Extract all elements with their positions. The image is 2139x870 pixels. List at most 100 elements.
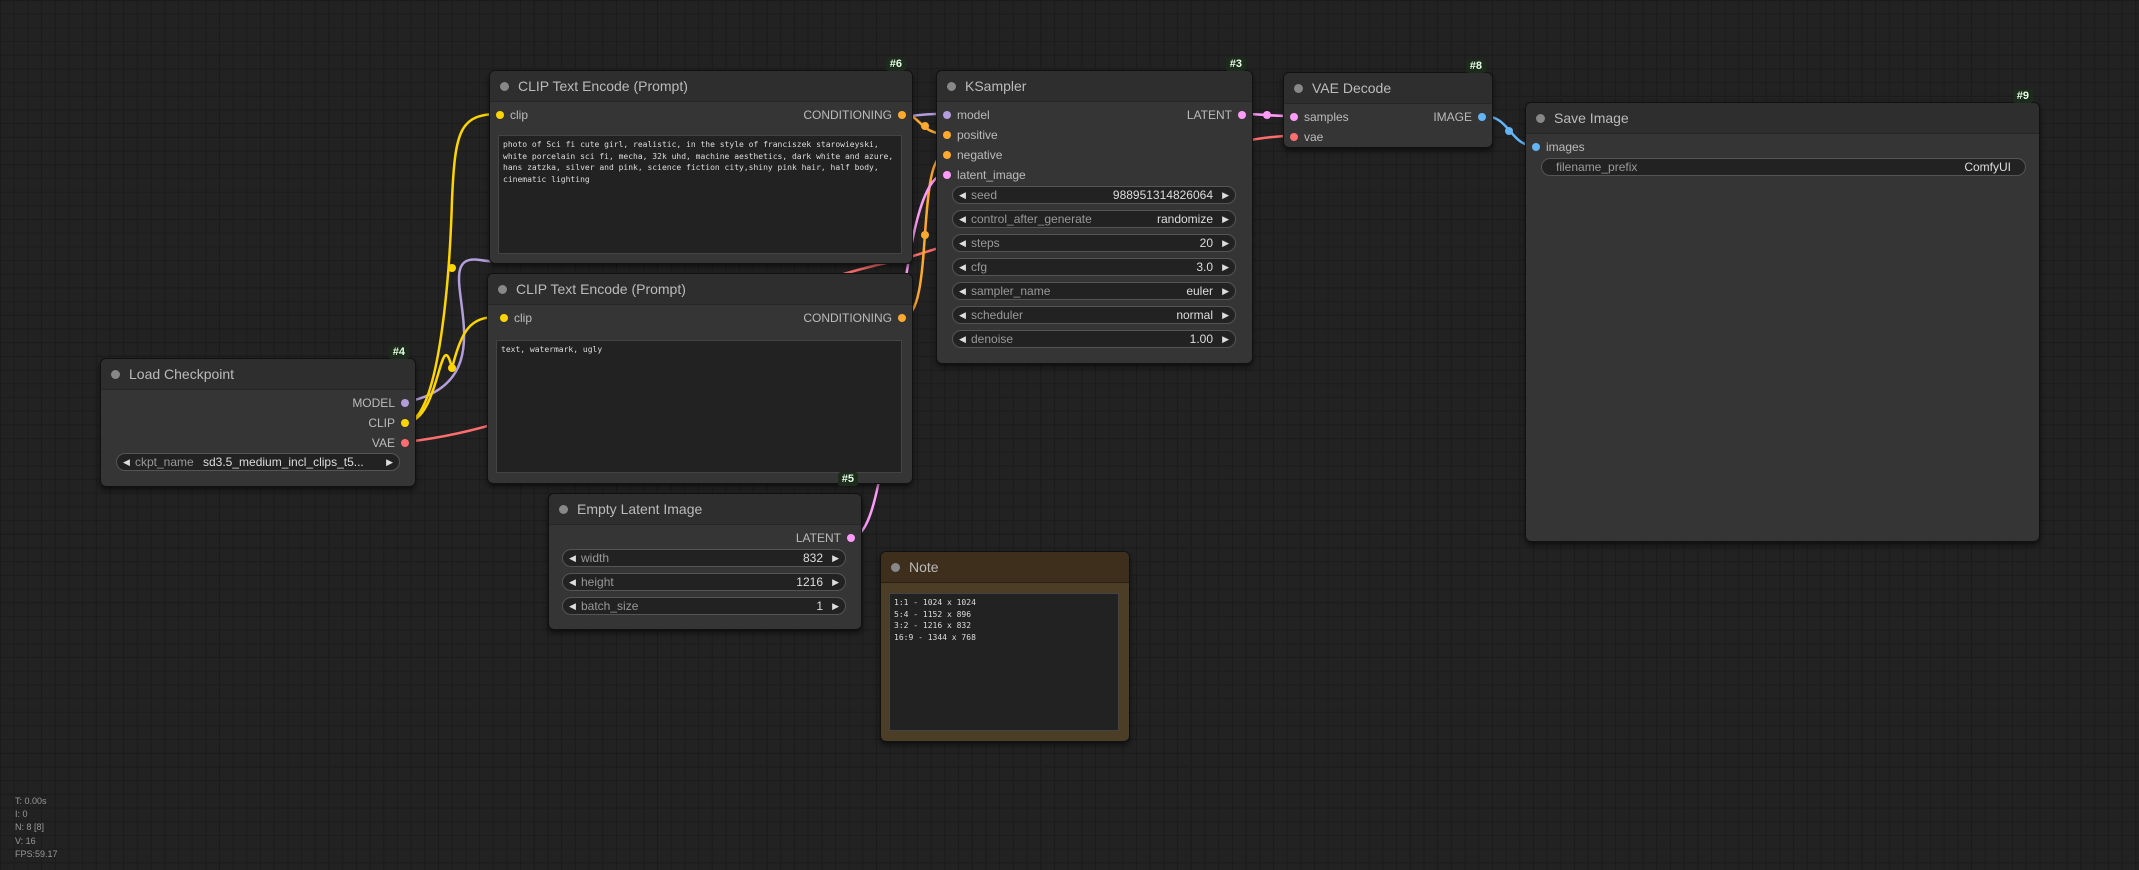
slot-pin[interactable] bbox=[401, 419, 409, 427]
collapse-dot-icon[interactable] bbox=[500, 82, 509, 91]
slot-pin[interactable] bbox=[943, 131, 951, 139]
output-slot-vae[interactable]: VAE bbox=[275, 435, 409, 451]
increment-arrow-icon[interactable]: ▶ bbox=[832, 574, 839, 590]
slot-pin[interactable] bbox=[943, 111, 951, 119]
node-title-bar[interactable]: CLIP Text Encode (Prompt) bbox=[488, 274, 912, 305]
node-title-bar[interactable]: Save Image bbox=[1526, 103, 2039, 134]
increment-arrow-icon[interactable]: ▶ bbox=[1222, 283, 1229, 299]
prompt-text-area[interactable]: text, watermark, ugly bbox=[496, 340, 902, 473]
collapse-dot-icon[interactable] bbox=[559, 505, 568, 514]
input-slot-samples[interactable]: samples bbox=[1290, 109, 1349, 125]
decrement-arrow-icon[interactable]: ◀ bbox=[959, 235, 966, 251]
decrement-arrow-icon[interactable]: ◀ bbox=[959, 331, 966, 347]
slot-pin[interactable] bbox=[1290, 133, 1298, 141]
input-slot-model[interactable]: model bbox=[943, 107, 990, 123]
output-slot-conditioning[interactable]: CONDITIONING bbox=[742, 310, 906, 326]
node-title-bar[interactable]: Empty Latent Image bbox=[549, 494, 861, 525]
slot-pin[interactable] bbox=[401, 399, 409, 407]
stat-fps: FPS:59.17 bbox=[15, 848, 58, 859]
slot-pin[interactable] bbox=[898, 111, 906, 119]
sampler-name-widget[interactable]: ◀ sampler_name euler ▶ bbox=[952, 282, 1236, 300]
decrement-arrow-icon[interactable]: ◀ bbox=[569, 598, 576, 614]
width-number-widget[interactable]: ◀ width 832 ▶ bbox=[562, 549, 846, 567]
increment-arrow-icon[interactable]: ▶ bbox=[1222, 331, 1229, 347]
collapse-dot-icon[interactable] bbox=[947, 82, 956, 91]
slot-pin[interactable] bbox=[500, 314, 508, 322]
clip-text-encode-negative-node[interactable]: CLIP Text Encode (Prompt) clip CONDITION… bbox=[487, 273, 913, 484]
scheduler-widget[interactable]: ◀ scheduler normal ▶ bbox=[952, 306, 1236, 324]
input-slot-vae[interactable]: vae bbox=[1290, 129, 1323, 145]
steps-widget[interactable]: ◀ steps 20 ▶ bbox=[952, 234, 1236, 252]
decrement-arrow-icon[interactable]: ◀ bbox=[959, 187, 966, 203]
collapse-dot-icon[interactable] bbox=[891, 563, 900, 572]
slot-label: LATENT bbox=[1186, 108, 1232, 122]
decrement-arrow-icon[interactable]: ◀ bbox=[959, 283, 966, 299]
slot-pin[interactable] bbox=[943, 171, 951, 179]
decrement-arrow-icon[interactable]: ◀ bbox=[959, 211, 966, 227]
increment-arrow-icon[interactable]: ▶ bbox=[1222, 211, 1229, 227]
output-slot-latent[interactable]: LATENT bbox=[1112, 107, 1246, 123]
empty-latent-image-node[interactable]: #5 Empty Latent Image LATENT ◀ width 832… bbox=[548, 472, 862, 630]
output-slot-conditioning[interactable]: CONDITIONING bbox=[742, 107, 906, 123]
output-slot-latent[interactable]: LATENT bbox=[721, 530, 855, 546]
slot-pin[interactable] bbox=[496, 111, 504, 119]
node-title-bar[interactable]: CLIP Text Encode (Prompt) bbox=[490, 71, 912, 102]
control-after-generate-widget[interactable]: ◀ control_after_generate randomize ▶ bbox=[952, 210, 1236, 228]
decrement-arrow-icon[interactable]: ◀ bbox=[123, 454, 130, 470]
collapse-dot-icon[interactable] bbox=[498, 285, 507, 294]
note-node[interactable]: Note 1:1 - 1024 x 1024 5:4 - 1152 x 896 … bbox=[880, 551, 1130, 742]
node-title-bar[interactable]: KSampler bbox=[937, 71, 1252, 102]
note-text-area[interactable]: 1:1 - 1024 x 1024 5:4 - 1152 x 896 3:2 -… bbox=[889, 593, 1119, 731]
batch-size-number-widget[interactable]: ◀ batch_size 1 ▶ bbox=[562, 597, 846, 615]
input-slot-positive[interactable]: positive bbox=[943, 127, 998, 143]
decrement-arrow-icon[interactable]: ◀ bbox=[959, 259, 966, 275]
filename-prefix-field[interactable]: filename_prefix ComfyUI bbox=[1541, 158, 2026, 176]
decrement-arrow-icon[interactable]: ◀ bbox=[569, 574, 576, 590]
slot-pin[interactable] bbox=[847, 534, 855, 542]
increment-arrow-icon[interactable]: ▶ bbox=[832, 598, 839, 614]
input-slot-clip[interactable]: clip bbox=[496, 107, 528, 123]
collapse-dot-icon[interactable] bbox=[1536, 114, 1545, 123]
ksampler-node[interactable]: #3 KSampler model positive negative late… bbox=[936, 57, 1253, 364]
input-slot-images[interactable]: images bbox=[1532, 139, 1585, 155]
node-title-bar[interactable]: VAE Decode bbox=[1284, 73, 1492, 104]
prompt-text-area[interactable]: photo of Sci fi cute girl, realistic, in… bbox=[498, 135, 902, 254]
widget-label: ckpt_name bbox=[135, 455, 194, 469]
slot-pin[interactable] bbox=[1290, 113, 1298, 121]
input-slot-negative[interactable]: negative bbox=[943, 147, 1002, 163]
seed-widget[interactable]: ◀ seed 988951314826064 ▶ bbox=[952, 186, 1236, 204]
ckpt-name-combo[interactable]: ◀ ckpt_name sd3.5_medium_incl_clips_t5..… bbox=[116, 453, 400, 471]
collapse-dot-icon[interactable] bbox=[111, 370, 120, 379]
load-checkpoint-node[interactable]: #4 Load Checkpoint MODEL CLIP VAE ◀ ckpt… bbox=[100, 345, 416, 487]
increment-arrow-icon[interactable]: ▶ bbox=[1222, 235, 1229, 251]
vae-decode-node[interactable]: #8 VAE Decode samples vae IMAGE bbox=[1283, 59, 1493, 148]
input-slot-latent-image[interactable]: latent_image bbox=[943, 167, 1026, 183]
increment-arrow-icon[interactable]: ▶ bbox=[1222, 307, 1229, 323]
node-title-bar[interactable]: Note bbox=[881, 552, 1129, 583]
slot-pin[interactable] bbox=[401, 439, 409, 447]
slot-pin[interactable] bbox=[1238, 111, 1246, 119]
height-number-widget[interactable]: ◀ height 1216 ▶ bbox=[562, 573, 846, 591]
increment-arrow-icon[interactable]: ▶ bbox=[1222, 259, 1229, 275]
cfg-widget[interactable]: ◀ cfg 3.0 ▶ bbox=[952, 258, 1236, 276]
clip-text-encode-positive-node[interactable]: #6 CLIP Text Encode (Prompt) clip CONDIT… bbox=[489, 57, 913, 264]
slot-pin[interactable] bbox=[1478, 113, 1486, 121]
increment-arrow-icon[interactable]: ▶ bbox=[832, 550, 839, 566]
denoise-widget[interactable]: ◀ denoise 1.00 ▶ bbox=[952, 330, 1236, 348]
slot-pin[interactable] bbox=[898, 314, 906, 322]
decrement-arrow-icon[interactable]: ◀ bbox=[569, 550, 576, 566]
slot-pin[interactable] bbox=[1532, 143, 1540, 151]
output-slot-image[interactable]: IMAGE bbox=[1392, 109, 1486, 125]
graph-canvas[interactable]: #4 Load Checkpoint MODEL CLIP VAE ◀ ckpt… bbox=[0, 0, 2139, 870]
save-image-node[interactable]: #9 Save Image images filename_prefix Com… bbox=[1525, 89, 2040, 542]
input-slot-clip[interactable]: clip bbox=[500, 310, 532, 326]
increment-arrow-icon[interactable]: ▶ bbox=[386, 454, 393, 470]
widget-value: randomize bbox=[1156, 212, 1213, 226]
decrement-arrow-icon[interactable]: ◀ bbox=[959, 307, 966, 323]
increment-arrow-icon[interactable]: ▶ bbox=[1222, 187, 1229, 203]
slot-pin[interactable] bbox=[943, 151, 951, 159]
collapse-dot-icon[interactable] bbox=[1294, 84, 1303, 93]
output-slot-model[interactable]: MODEL bbox=[275, 395, 409, 411]
output-slot-clip[interactable]: CLIP bbox=[275, 415, 409, 431]
node-title-bar[interactable]: Load Checkpoint bbox=[101, 359, 415, 390]
